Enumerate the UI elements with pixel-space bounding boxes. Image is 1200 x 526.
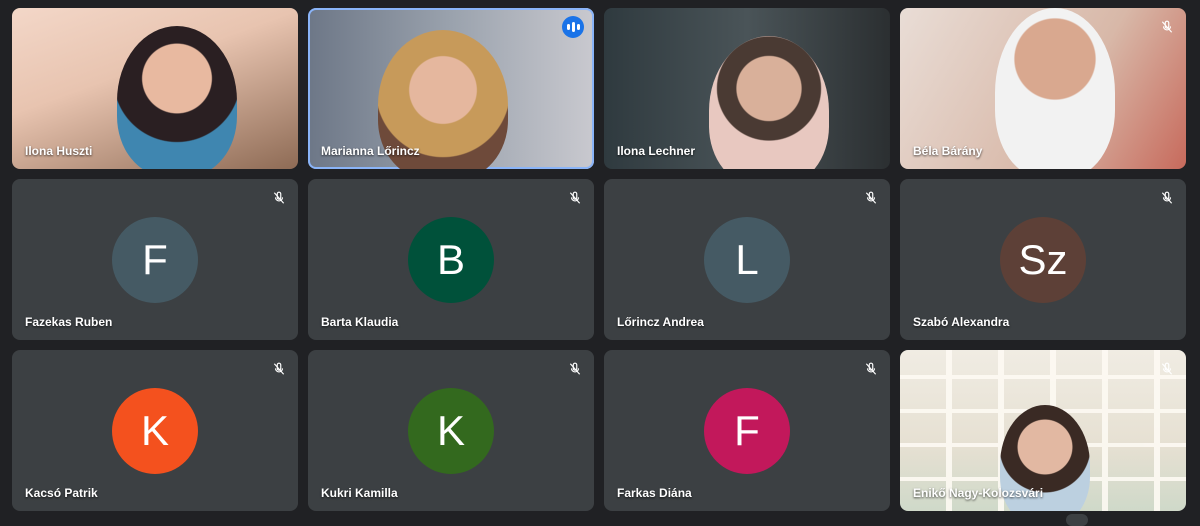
participant-name: Fazekas Ruben: [25, 315, 113, 329]
mic-off-icon: [862, 360, 880, 378]
participant-name: Marianna Lőrincz: [321, 144, 420, 158]
participant-name: Enikő Nagy-Kolozsvári: [913, 486, 1044, 500]
participant-tile[interactable]: F Fazekas Ruben: [12, 179, 298, 340]
mic-off-icon: [1158, 189, 1176, 207]
mic-off-icon: [270, 360, 288, 378]
avatar: Sz: [1000, 216, 1086, 303]
mic-off-icon: [270, 189, 288, 207]
participant-name: Barta Klaudia: [321, 315, 399, 329]
participant-name: Szabó Alexandra: [913, 315, 1010, 329]
mic-off-icon: [566, 360, 584, 378]
mic-off-icon: [1158, 360, 1176, 378]
avatar: F: [704, 387, 790, 474]
overflow-indicator[interactable]: [1066, 514, 1088, 526]
participant-tile[interactable]: K Kukri Kamilla: [308, 350, 594, 511]
participant-grid: Ilona Huszti Marianna Lőrincz Ilona Lech…: [12, 8, 1186, 511]
mic-off-icon: [862, 189, 880, 207]
avatar: F: [112, 216, 198, 303]
participant-tile[interactable]: Ilona Lechner: [604, 8, 890, 169]
participant-name: Ilona Lechner: [617, 144, 696, 158]
participant-tile[interactable]: Sz Szabó Alexandra: [900, 179, 1186, 340]
avatar: K: [112, 387, 198, 474]
participant-tile[interactable]: B Barta Klaudia: [308, 179, 594, 340]
participant-tile[interactable]: Béla Bárány: [900, 8, 1186, 169]
avatar: K: [408, 387, 494, 474]
participant-name: Ilona Huszti: [25, 144, 93, 158]
participant-name: Lőrincz Andrea: [617, 315, 704, 329]
avatar: L: [704, 216, 790, 303]
participant-name: Kukri Kamilla: [321, 486, 398, 500]
participant-tile[interactable]: F Farkas Diána: [604, 350, 890, 511]
participant-tile[interactable]: Enikő Nagy-Kolozsvári: [900, 350, 1186, 511]
participant-name: Farkas Diána: [617, 486, 692, 500]
avatar: B: [408, 216, 494, 303]
mic-off-icon: [566, 189, 584, 207]
audio-level-icon: [562, 16, 584, 38]
participant-tile[interactable]: K Kacsó Patrik: [12, 350, 298, 511]
participant-tile[interactable]: Marianna Lőrincz: [308, 8, 594, 169]
video-feed: [117, 26, 237, 169]
participant-name: Kacsó Patrik: [25, 486, 98, 500]
mic-off-icon: [1158, 18, 1176, 36]
participant-tile[interactable]: Ilona Huszti: [12, 8, 298, 169]
participant-name: Béla Bárány: [913, 144, 983, 158]
video-feed: [709, 36, 829, 169]
video-feed: [995, 8, 1115, 169]
participant-tile[interactable]: L Lőrincz Andrea: [604, 179, 890, 340]
